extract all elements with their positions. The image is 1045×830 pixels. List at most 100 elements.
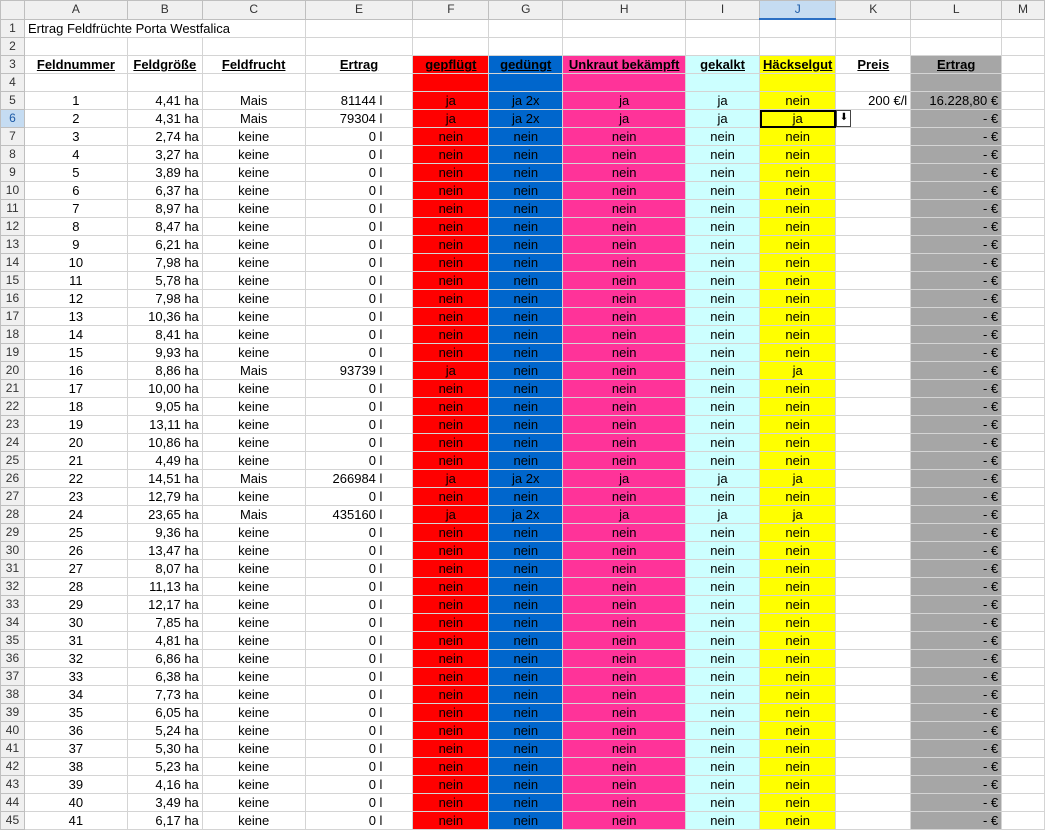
cell-gekalkt[interactable]: nein	[685, 631, 761, 650]
cell-gekalkt[interactable]: nein	[685, 127, 761, 146]
cell-preis[interactable]	[835, 577, 912, 596]
cell-gepfluegt[interactable]: nein	[412, 523, 490, 542]
cell-preis[interactable]	[835, 451, 912, 470]
cell-ertrag[interactable]: 0 l	[304, 397, 414, 416]
column-header-c[interactable]: C	[201, 0, 306, 20]
cell-preis[interactable]	[835, 217, 912, 236]
cell-unkraut[interactable]: nein	[562, 541, 687, 560]
cell-feldnummer[interactable]: 34	[23, 685, 128, 704]
cell-feldfrucht[interactable]: Mais	[201, 91, 306, 110]
cell-geduengt[interactable]: nein	[488, 217, 564, 236]
cell[interactable]	[759, 37, 837, 56]
cell-ertrag-total[interactable]: - €	[910, 667, 1003, 686]
cell-feldnummer[interactable]: 21	[23, 451, 128, 470]
cell-gekalkt[interactable]: nein	[685, 793, 761, 812]
cell-geduengt[interactable]: nein	[488, 757, 564, 776]
cell-feldnummer[interactable]: 1	[23, 91, 128, 110]
cell-feldfrucht[interactable]: keine	[201, 757, 306, 776]
cell-preis[interactable]	[835, 793, 912, 812]
cell-haeckselgut[interactable]: nein	[759, 451, 837, 470]
cell-haeckselgut[interactable]: nein	[759, 343, 837, 362]
cell-haeckselgut[interactable]: nein	[759, 253, 837, 272]
cell-unkraut[interactable]: nein	[562, 757, 687, 776]
cell-ertrag-total[interactable]: - €	[910, 685, 1003, 704]
cell-feldnummer[interactable]: 10	[23, 253, 128, 272]
cell-gekalkt[interactable]: nein	[685, 181, 761, 200]
cell-feldgroesse[interactable]: 8,41 ha	[126, 325, 203, 344]
cell-feldfrucht[interactable]: keine	[201, 415, 306, 434]
cell[interactable]	[1001, 181, 1045, 200]
cell-geduengt[interactable]: ja 2x	[488, 109, 564, 128]
cell-geduengt[interactable]: ja 2x	[488, 469, 564, 488]
cell-preis[interactable]: 200 €/l	[835, 91, 912, 110]
cell[interactable]	[1001, 91, 1045, 110]
cell-feldgroesse[interactable]: 7,98 ha	[126, 289, 203, 308]
cell-ertrag-total[interactable]: - €	[910, 145, 1003, 164]
cell-feldfrucht[interactable]: keine	[201, 433, 306, 452]
active-cell-haeckselgut[interactable]: ja ⬇	[759, 109, 852, 128]
cell[interactable]	[1001, 775, 1045, 794]
cell[interactable]	[412, 18, 490, 38]
cell-gekalkt[interactable]: nein	[685, 145, 761, 164]
cell-feldgroesse[interactable]: 23,65 ha	[126, 505, 203, 524]
row-header[interactable]: 7	[0, 127, 25, 146]
cell-preis[interactable]	[835, 289, 912, 308]
cell-unkraut[interactable]: nein	[562, 379, 687, 398]
cell-feldgroesse[interactable]: 8,86 ha	[126, 361, 203, 380]
column-header-a[interactable]: A	[23, 0, 128, 20]
cell[interactable]	[1001, 271, 1045, 290]
cell-ertrag[interactable]: 0 l	[304, 541, 414, 560]
cell-feldnummer[interactable]: 20	[23, 433, 128, 452]
cell-unkraut[interactable]: nein	[562, 271, 687, 290]
cell-feldfrucht[interactable]: keine	[201, 379, 306, 398]
cell-haeckselgut[interactable]: nein	[759, 703, 837, 722]
cell-unkraut[interactable]: nein	[562, 703, 687, 722]
row-header[interactable]: 20	[0, 361, 25, 380]
cell-feldgroesse[interactable]: 3,49 ha	[126, 793, 203, 812]
cell[interactable]	[910, 18, 1003, 38]
cell-gepfluegt[interactable]: ja	[412, 91, 490, 110]
column-header-j[interactable]: J	[759, 0, 837, 20]
cell-gekalkt[interactable]: nein	[685, 703, 761, 722]
cell-feldfrucht[interactable]: keine	[201, 667, 306, 686]
cell-feldgroesse[interactable]: 9,36 ha	[126, 523, 203, 542]
cell-ertrag-total[interactable]: - €	[910, 469, 1003, 488]
cell-ertrag[interactable]: 0 l	[304, 181, 414, 200]
cell-preis[interactable]	[835, 199, 912, 218]
cell-geduengt[interactable]: nein	[488, 397, 564, 416]
cell-feldnummer[interactable]: 14	[23, 325, 128, 344]
cell-feldgroesse[interactable]: 5,23 ha	[126, 757, 203, 776]
cell-ertrag[interactable]: 0 l	[304, 487, 414, 506]
header-feldnummer[interactable]: Feldnummer	[23, 55, 128, 74]
cell-unkraut[interactable]: nein	[562, 325, 687, 344]
cell-ertrag[interactable]: 0 l	[304, 271, 414, 290]
cell-feldfrucht[interactable]: Mais	[201, 505, 306, 524]
cell-unkraut[interactable]: nein	[562, 487, 687, 506]
header-feldgroesse[interactable]: Feldgröße	[126, 55, 203, 74]
cell-feldgroesse[interactable]: 14,51 ha	[126, 469, 203, 488]
cell-feldfrucht[interactable]: keine	[201, 271, 306, 290]
cell-ertrag-total[interactable]: - €	[910, 253, 1003, 272]
row-header[interactable]: 45	[0, 811, 25, 830]
cell-gekalkt[interactable]: nein	[685, 343, 761, 362]
row-header[interactable]: 21	[0, 379, 25, 398]
cell-gepfluegt[interactable]: nein	[412, 577, 490, 596]
cell-ertrag-total[interactable]: - €	[910, 775, 1003, 794]
cell-unkraut[interactable]: nein	[562, 361, 687, 380]
cell-ertrag-total[interactable]: - €	[910, 289, 1003, 308]
cell-unkraut[interactable]: nein	[562, 631, 687, 650]
cell-haeckselgut[interactable]: nein	[759, 487, 837, 506]
cell-gepfluegt[interactable]: nein	[412, 649, 490, 668]
row-header[interactable]: 18	[0, 325, 25, 344]
cell-feldfrucht[interactable]: keine	[201, 235, 306, 254]
cell-ertrag-total[interactable]: - €	[910, 523, 1003, 542]
cell-haeckselgut[interactable]: nein	[759, 199, 837, 218]
cell[interactable]	[562, 37, 687, 56]
column-header-i[interactable]: I	[685, 0, 761, 20]
cell-feldnummer[interactable]: 26	[23, 541, 128, 560]
cell-unkraut[interactable]: nein	[562, 721, 687, 740]
cell[interactable]	[1001, 37, 1045, 56]
cell-preis[interactable]	[835, 595, 912, 614]
cell[interactable]	[1001, 73, 1045, 92]
cell-haeckselgut[interactable]: nein	[759, 667, 837, 686]
